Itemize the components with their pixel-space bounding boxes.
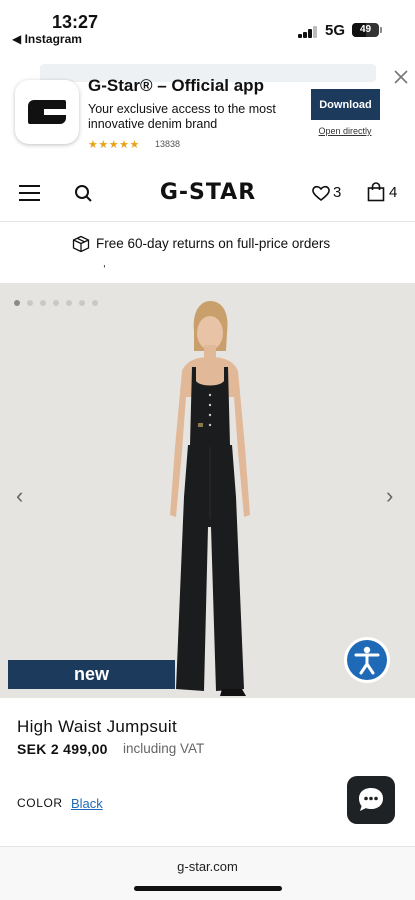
chevron-right-icon[interactable]: › (386, 483, 393, 509)
app-icon (15, 80, 79, 144)
gallery-dot[interactable] (14, 300, 20, 306)
chat-button[interactable] (347, 776, 395, 824)
open-directly-link[interactable]: Open directly (312, 126, 378, 136)
browser-url-bar[interactable]: g-star.com (0, 846, 415, 900)
rating-count: 13838 (155, 139, 181, 149)
signal-icon (298, 26, 318, 38)
g-star-logo-icon (28, 100, 66, 124)
product-gallery[interactable]: ‹ › new (0, 283, 415, 698)
product-title: High Waist Jumpsuit (17, 717, 178, 736)
search-icon[interactable] (74, 184, 94, 204)
color-value-link[interactable]: Black (71, 796, 103, 811)
shopping-bag-icon[interactable] (367, 182, 385, 202)
app-banner-title: G-Star® – Official app (88, 76, 264, 95)
color-label: COLOR (17, 796, 63, 810)
breadcrumb-mask (0, 254, 415, 265)
network-label: 5G (325, 22, 346, 39)
battery-icon: 49 (352, 23, 382, 37)
menu-icon[interactable] (19, 185, 40, 201)
rating-stars-icon: ★★★★★ (88, 139, 140, 151)
status-bar: 13:27 ◀ Instagram 5G 49 (0, 0, 415, 52)
promo-text: Free 60-day returns on full-price orders (96, 236, 331, 251)
product-image (170, 301, 250, 696)
download-button[interactable]: Download (311, 89, 380, 120)
status-time: 13:27 (52, 12, 99, 32)
heart-icon[interactable] (311, 184, 331, 202)
close-icon[interactable] (392, 68, 410, 86)
gallery-dot[interactable] (53, 300, 59, 306)
battery-level: 49 (359, 24, 372, 35)
url-text[interactable]: g-star.com (0, 859, 415, 874)
app-banner-description: Your exclusive access to the most innova… (88, 102, 276, 131)
gallery-dot[interactable] (66, 300, 72, 306)
gallery-dot[interactable] (40, 300, 46, 306)
gallery-dot[interactable] (92, 300, 98, 306)
bag-count: 4 (389, 184, 398, 201)
accessibility-button[interactable] (344, 637, 390, 683)
wishlist-count: 3 (333, 184, 342, 201)
back-to-instagram-link[interactable]: ◀ Instagram (12, 32, 82, 46)
product-price: SEK 2 499,00 (17, 741, 108, 757)
site-header: G-STAR 3 4 (0, 166, 415, 222)
app-banner: G-Star® – Official app Your exclusive ac… (0, 58, 415, 158)
new-badge: new (8, 660, 175, 689)
chevron-left-icon[interactable]: ‹ (16, 483, 23, 509)
chat-bubble-icon (359, 788, 383, 811)
brand-logo[interactable]: G-STAR (153, 180, 263, 205)
home-indicator[interactable] (134, 886, 282, 891)
accessibility-icon (354, 646, 380, 675)
package-icon (72, 235, 90, 253)
gallery-dot[interactable] (27, 300, 33, 306)
vat-note: including VAT (123, 741, 205, 756)
gallery-dot[interactable] (79, 300, 85, 306)
